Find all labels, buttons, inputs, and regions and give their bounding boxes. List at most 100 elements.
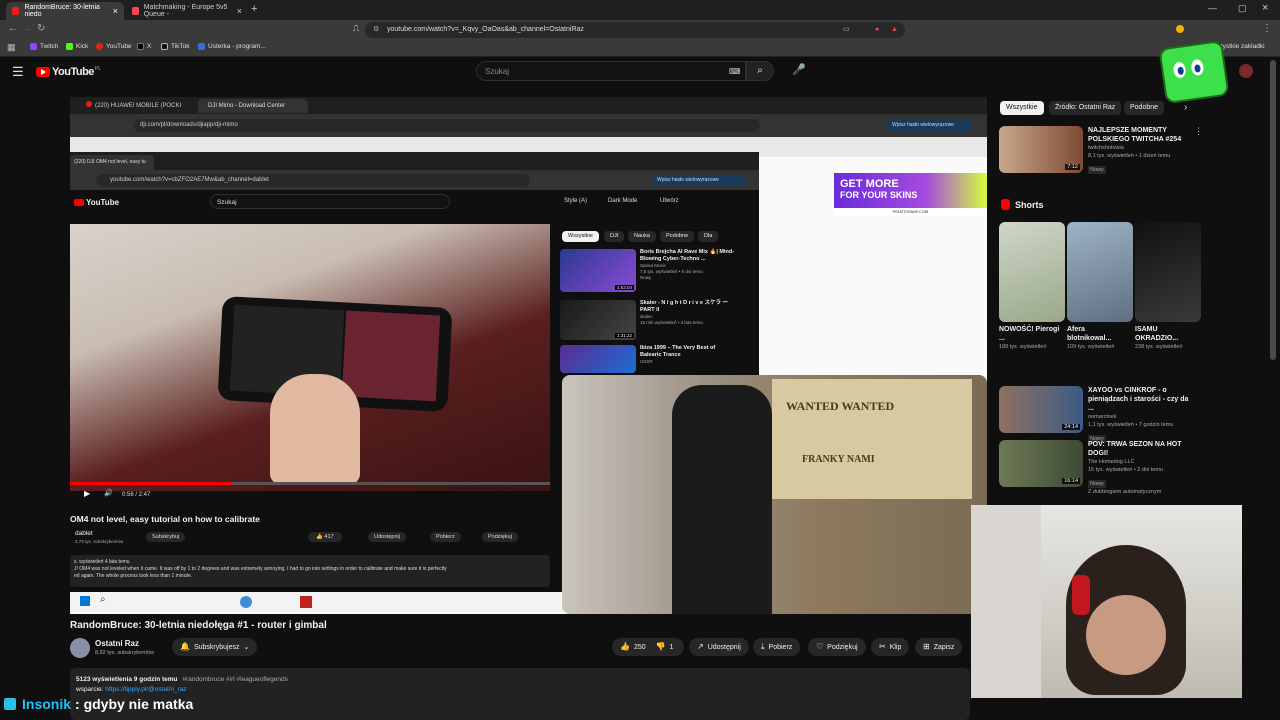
recommendation-thumbnail[interactable]: 7:12 [999, 126, 1083, 173]
reload-icon[interactable]: ↻ [37, 23, 45, 34]
site-info-icon[interactable]: ⚙ [373, 22, 379, 38]
nested-style-label: Style (A) [564, 198, 588, 204]
recommendation-item[interactable]: 16:14 POV: TRWA SEZON NA HOT DOGI! The H… [999, 440, 1201, 496]
recommendation-title[interactable]: POV: TRWA SEZON NA HOT DOGI! [1088, 440, 1192, 458]
shared-browser-toolbar: (220) HUAWEI MOBILE (POCKI DJI Mimo - Do… [70, 97, 987, 137]
thumbs-up-icon: 👍 [620, 642, 630, 651]
short-item[interactable]: ISAMU OKRADZIO... 238 tys. wyświetleń [1135, 325, 1197, 351]
recommendation-item[interactable]: 7:12 NAJLEPSZE MOMENTY POLSKIEGO TWITCHA… [999, 126, 1203, 174]
save-icon: ⊞ [923, 642, 930, 651]
short-thumbnail[interactable] [1135, 222, 1201, 322]
menu-dots-icon[interactable]: ⋮ [1262, 23, 1272, 34]
new-tab-icon[interactable]: + [251, 3, 257, 15]
browser-tab[interactable]: Matchmaking - Europe 5v5 Queue - × [126, 2, 248, 20]
back-icon[interactable]: ← [8, 23, 18, 34]
maximize-icon[interactable]: ▢ [1238, 3, 1247, 14]
download-button[interactable]: ⤓ Pobierz [753, 638, 801, 656]
filter-chip-source[interactable]: Źródło: Ostatni Raz [1049, 101, 1122, 115]
chevron-right-icon[interactable]: › [1184, 102, 1187, 113]
short-item[interactable]: NOWOŚĆ! Pierogi ... 188 tys. wyświetleń [999, 325, 1061, 351]
streamer-person [1066, 545, 1186, 695]
taskbar-app-icon [240, 596, 252, 608]
logo-text: YouTube [52, 66, 94, 78]
bookmark-twitch[interactable]: Twitch [30, 43, 58, 50]
page-scrollbar[interactable] [1270, 60, 1276, 360]
bookmarks-bar: ▦ Twitch Kick YouTube X TikTok Usterka -… [0, 40, 1280, 57]
recommendation-title[interactable]: NAJLEPSZE MOMENTY POLSKIEGO TWITCHA #254 [1088, 126, 1192, 144]
nested-description: s. wyświetleń 4 lata temu J! OM4 was not… [70, 555, 550, 587]
share-button[interactable]: ↗ Udostępnij [689, 638, 749, 656]
thanks-button[interactable]: ♡ Podziękuj [808, 638, 866, 656]
shared-taskbar: ⌕ [70, 592, 570, 612]
short-thumbnail[interactable] [999, 222, 1065, 322]
clip-button[interactable]: ✂ Klip [871, 638, 910, 656]
bookmark-tiktok[interactable]: TikTok [161, 43, 190, 50]
bookmark-icon[interactable]: ⎍ [353, 23, 359, 34]
apps-grid-icon[interactable]: ▦ [7, 42, 16, 53]
forward-icon[interactable]: → [22, 23, 32, 34]
chat-badge-icon [4, 698, 16, 710]
subscriber-count: 8,82 tys. subskrybentów [95, 650, 155, 656]
youtube-logo[interactable]: YouTube PL [36, 66, 101, 78]
nested-like: 👍 417 [308, 532, 342, 542]
youtube-favicon-icon [12, 7, 20, 15]
search-icon: ⌕ [757, 65, 763, 76]
nested-subs: 3,73 tys. subskrybentów [75, 539, 124, 544]
cast-icon[interactable]: ▭ [843, 22, 850, 38]
bookmark-usterka[interactable]: Usterka - program... [198, 43, 266, 50]
tab-label: Matchmaking - Europe 5v5 Queue - [143, 4, 228, 18]
support-link[interactable]: https://tipply.pl/@ostatni_raz [105, 686, 186, 693]
search-placeholder: Szukaj [485, 67, 510, 76]
channel-avatar[interactable] [70, 638, 90, 658]
video-player[interactable]: (220) HUAWEI MOBILE (POCKI DJI Mimo - Do… [70, 97, 987, 614]
close-tab-icon[interactable]: × [113, 6, 118, 16]
dislike-button[interactable]: 👎 1 [656, 642, 674, 651]
recommendation-item[interactable]: 24:14 XAYOO vs CINKROF - o pieniądzach i… [999, 386, 1201, 443]
bookmark-kick[interactable]: Kick [66, 43, 88, 50]
like-button[interactable]: 👍 250 [620, 642, 646, 651]
hamburger-menu-icon[interactable]: ☰ [12, 64, 24, 80]
keyboard-icon[interactable]: ⌨ [729, 62, 741, 82]
more-options-icon[interactable]: ⋮ [1194, 126, 1203, 137]
webcam-wall [971, 505, 1041, 698]
subscribed-button[interactable]: 🔔 Subskrybujesz ⌄ [172, 638, 258, 656]
shared-tab: (220) HUAWEI MOBILE (POCKI [86, 100, 198, 112]
short-item[interactable]: Afera blotnikowal... 109 tys. wyświetleń [1067, 325, 1129, 351]
short-thumbnail[interactable] [1067, 222, 1133, 322]
extension-icon[interactable]: ● [875, 22, 879, 38]
browser-tab-active[interactable]: RandomBruce: 30-letnia niedo × [6, 2, 124, 20]
hashtags[interactable]: #randombruce #irl #leagueoflegends [182, 676, 288, 683]
close-window-icon[interactable]: × [1262, 2, 1268, 14]
recommendation-thumbnail[interactable]: 16:14 [999, 440, 1083, 487]
twitch-icon [30, 43, 37, 50]
filter-chip-related[interactable]: Podobne [1124, 101, 1165, 115]
channel-name[interactable]: Ostatni Raz [95, 639, 139, 648]
youtube-play-logo-icon [74, 199, 84, 206]
tiktok-icon [161, 43, 168, 50]
extension-icon[interactable]: ▲ [891, 22, 898, 38]
minimize-icon[interactable]: — [1208, 3, 1217, 13]
nested-tab-bar: (220) DJI OM4 not level, easy tu [70, 152, 759, 170]
nested-dark-mode: Dark Mode [608, 198, 638, 204]
youtube-icon [96, 43, 103, 50]
bookmark-x[interactable]: X [137, 43, 151, 50]
nested-youtube-logo: YouTube [74, 198, 119, 207]
address-bar[interactable]: ⚙ youtube.com/watch?v=_Kqvy_OaOas&ab_cha… [365, 22, 905, 38]
ad-banner[interactable]: GET MORE FOR YOUR SKINS PIRATESWAP.COM [834, 173, 987, 216]
recommendation-meta: 8,1 tys. wyświetleń • 1 dzień temu [1088, 153, 1171, 159]
microphone-icon[interactable]: 🎤 [792, 63, 806, 76]
close-tab-icon[interactable]: × [237, 6, 242, 16]
description-box[interactable]: 5123 wyświetlenia 9 godzin temu #randomb… [70, 668, 970, 720]
avatar[interactable] [1239, 64, 1253, 78]
nested-time: 0:56 / 2:47 [122, 492, 151, 498]
bookmark-youtube[interactable]: YouTube [96, 43, 132, 50]
recommendation-thumbnail[interactable]: 24:14 [999, 386, 1083, 433]
save-button[interactable]: ⊞ Zapisz [915, 638, 963, 656]
new-badge: Nowy [1088, 480, 1106, 488]
search-button[interactable]: ⌕ [746, 61, 774, 81]
nested-progress-track [70, 482, 550, 485]
recommendation-title[interactable]: XAYOO vs CINKROF - o pieniądzach i staro… [1088, 386, 1192, 413]
extension-icon[interactable] [1176, 25, 1184, 33]
filter-chip-all[interactable]: Wszystkie [1000, 101, 1044, 115]
search-input[interactable]: Szukaj ⌨ [476, 61, 746, 81]
